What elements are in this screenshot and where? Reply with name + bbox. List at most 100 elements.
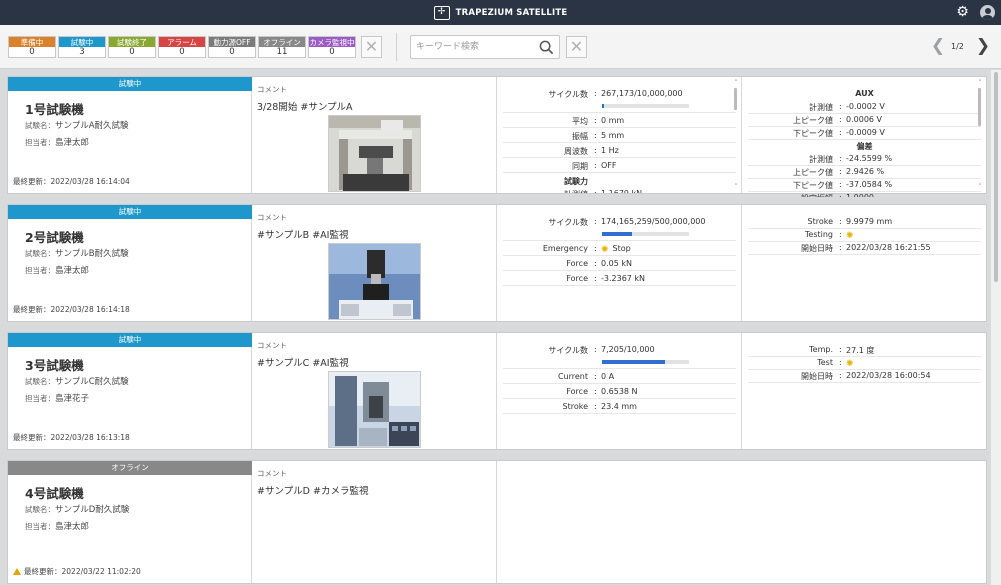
search-input[interactable] bbox=[416, 39, 536, 55]
last-updated-label: 最終更新： bbox=[24, 567, 62, 576]
prev-page-chevron-icon[interactable]: ❮ bbox=[930, 37, 946, 57]
tensile-machine-photo[interactable] bbox=[328, 115, 421, 192]
test-name-value: サンプルB耐久試験 bbox=[55, 249, 129, 259]
data-section-header: AUX bbox=[748, 87, 981, 101]
status-filter-button[interactable]: オフライン 11 bbox=[258, 36, 306, 58]
data-key: Test bbox=[817, 358, 833, 367]
operator-label: 担当者： bbox=[25, 522, 55, 531]
status-filter-label: カメラ監視中 bbox=[309, 37, 355, 47]
data-key: 開始日時 bbox=[801, 244, 833, 253]
machine-info-panel: オフライン 4号試験機 試験名：サンプルD耐久試験 担当者：島津太郎 最終更新：2022… bbox=[8, 461, 252, 583]
machine-card[interactable]: 試験中 3号試験機 試験名：サンプルC耐久試験 担当者：島津花子 最終更新：2022/0… bbox=[7, 332, 987, 450]
status-filter-group: 準備中 0 試験中 3 試験終了 0 アラーム 0 動力源OFF 0 オフライン 11 カメラ監視中 0 bbox=[8, 36, 356, 58]
search-icon[interactable] bbox=[539, 40, 554, 55]
scroll-up-arrow-icon[interactable]: ˄ bbox=[732, 79, 740, 87]
comment-panel: コメント 3/28開始 #サンプルA bbox=[253, 77, 497, 193]
aux-scrollbar-thumb[interactable] bbox=[978, 88, 981, 126]
machine-card[interactable]: 試験中 2号試験機 試験名：サンプルB耐久試験 担当者：島津太郎 最終更新：2022/0… bbox=[7, 204, 987, 322]
data-value-text: -24.5599 % bbox=[846, 154, 893, 163]
data-row: 平均:0 mm bbox=[503, 114, 736, 128]
specimen-grip-photo[interactable] bbox=[328, 243, 421, 320]
measurement-panel-scrollbar[interactable]: ˄ ˅ bbox=[732, 79, 740, 191]
data-value: 1.0000 bbox=[846, 193, 874, 197]
data-colon: : bbox=[594, 274, 597, 283]
page-scrollbar-thumb[interactable] bbox=[994, 72, 998, 282]
data-key: 計測値 bbox=[809, 155, 833, 164]
data-colon: : bbox=[839, 102, 842, 111]
status-filter-button[interactable]: 試験中 3 bbox=[58, 36, 106, 58]
data-value-text: 27.1 度 bbox=[846, 346, 875, 355]
data-row: Force:0.6538 N bbox=[503, 385, 736, 399]
data-colon: : bbox=[594, 402, 597, 411]
next-page-chevron-icon[interactable]: ❯ bbox=[975, 37, 991, 57]
data-colon: : bbox=[839, 345, 842, 354]
machine-info-panel: 試験中 3号試験機 試験名：サンプルC耐久試験 担当者：島津花子 最終更新：2022/0… bbox=[8, 333, 252, 449]
clear-filter-button[interactable]: ✕ bbox=[361, 36, 382, 58]
clear-search-button[interactable]: ✕ bbox=[566, 36, 587, 58]
measurement-scrollbar-thumb[interactable] bbox=[734, 88, 737, 110]
user-account-icon[interactable] bbox=[980, 5, 995, 20]
data-row: 上ピーク値:2.9426 % bbox=[748, 165, 981, 179]
machine-name[interactable]: 2号試験機 bbox=[25, 227, 84, 246]
aux-panel-scrollbar[interactable]: ˄ ˅ bbox=[976, 79, 984, 191]
test-name-value: サンプルA耐久試験 bbox=[55, 121, 129, 131]
data-colon: : bbox=[594, 217, 597, 226]
data-colon: : bbox=[839, 217, 842, 226]
last-updated-value: 2022/03/28 16:13:18 bbox=[50, 433, 130, 442]
machine-name[interactable]: 4号試験機 bbox=[25, 483, 84, 502]
status-lamp-icon: ✺ bbox=[846, 231, 854, 241]
data-key: Force bbox=[566, 274, 588, 283]
status-filter-label: 試験終了 bbox=[109, 37, 155, 47]
machine-card[interactable]: オフライン 4号試験機 試験名：サンプルD耐久試験 担当者：島津太郎 最終更新：2022… bbox=[7, 460, 987, 584]
machine-card[interactable]: 試験中 1号試験機 試験名：サンプルA耐久試験 担当者：島津太郎 最終更新：2022/0… bbox=[7, 76, 987, 197]
app-brand: ✢ TRAPEZIUM SATELLITE bbox=[0, 0, 1001, 25]
status-filter-button[interactable]: 試験終了 0 bbox=[108, 36, 156, 58]
status-filter-button[interactable]: 動力源OFF 0 bbox=[208, 36, 256, 58]
scroll-up-arrow-icon[interactable]: ˄ bbox=[976, 79, 984, 87]
last-updated-value: 2022/03/22 11:02:20 bbox=[61, 567, 141, 576]
status-filter-button[interactable]: カメラ監視中 0 bbox=[308, 36, 356, 58]
data-row: サイクル数:7,205/10,000 bbox=[503, 343, 736, 369]
operator: 担当者：島津太郎 bbox=[25, 520, 89, 532]
data-colon: : bbox=[839, 230, 842, 239]
data-colon: : bbox=[594, 345, 597, 354]
comment-text: 3/28開始 #サンプルA bbox=[257, 102, 353, 113]
data-value-text: -0.0009 V bbox=[846, 128, 885, 137]
operator: 担当者：島津太郎 bbox=[25, 264, 89, 276]
data-key: Stroke bbox=[807, 217, 834, 226]
cycle-progress-bar bbox=[602, 104, 689, 108]
data-key: 振幅 bbox=[572, 132, 588, 141]
page-scrollbar[interactable] bbox=[991, 70, 1001, 585]
data-value-text: 2.9426 % bbox=[846, 167, 885, 176]
data-value-text: 23.4 mm bbox=[601, 402, 637, 411]
data-key: Force bbox=[566, 259, 588, 268]
data-section-title: 偏差 bbox=[856, 142, 873, 151]
last-updated: 最終更新：2022/03/22 11:02:20 bbox=[13, 566, 141, 577]
test-rig-photo[interactable] bbox=[328, 371, 421, 448]
data-value-text: -37.0584 % bbox=[846, 180, 893, 189]
data-value: -0.0002 V bbox=[846, 102, 885, 111]
machine-name[interactable]: 3号試験機 bbox=[25, 355, 84, 374]
machine-status-badge: 試験中 bbox=[8, 205, 252, 219]
data-value: -0.0009 V bbox=[846, 128, 885, 137]
scroll-down-arrow-icon[interactable]: ˅ bbox=[732, 183, 740, 191]
status-filter-count: 3 bbox=[79, 47, 85, 57]
data-row: 計測値:1.1679 kN bbox=[503, 187, 736, 193]
cycle-progress-fill bbox=[602, 232, 632, 236]
status-filter-button[interactable]: アラーム 0 bbox=[158, 36, 206, 58]
data-value-text: OFF bbox=[601, 161, 617, 170]
status-filter-button[interactable]: 準備中 0 bbox=[8, 36, 56, 58]
app-logo-icon: ✢ bbox=[433, 5, 450, 20]
data-key: 下ピーク値 bbox=[793, 129, 833, 138]
scroll-down-arrow-icon[interactable]: ˅ bbox=[976, 183, 984, 191]
machine-status-badge: オフライン bbox=[8, 461, 252, 475]
data-value: 2.9426 % bbox=[846, 167, 884, 176]
data-value: 0.05 kN bbox=[601, 259, 632, 268]
data-value-text: 0.05 kN bbox=[601, 259, 632, 268]
data-value: 0 mm bbox=[601, 116, 624, 125]
data-value-text: 174,165,259/500,000,000 bbox=[601, 217, 706, 226]
machine-name[interactable]: 1号試験機 bbox=[25, 99, 84, 118]
measurement-panel-secondary: AUX 計測値: -0.0002 V 上ピーク値:0.0006 V 下ピーク値: -0.0… bbox=[743, 77, 986, 197]
settings-gear-icon[interactable]: ⚙ bbox=[955, 5, 970, 20]
data-row: Force: -3.2367 kN bbox=[503, 272, 736, 286]
